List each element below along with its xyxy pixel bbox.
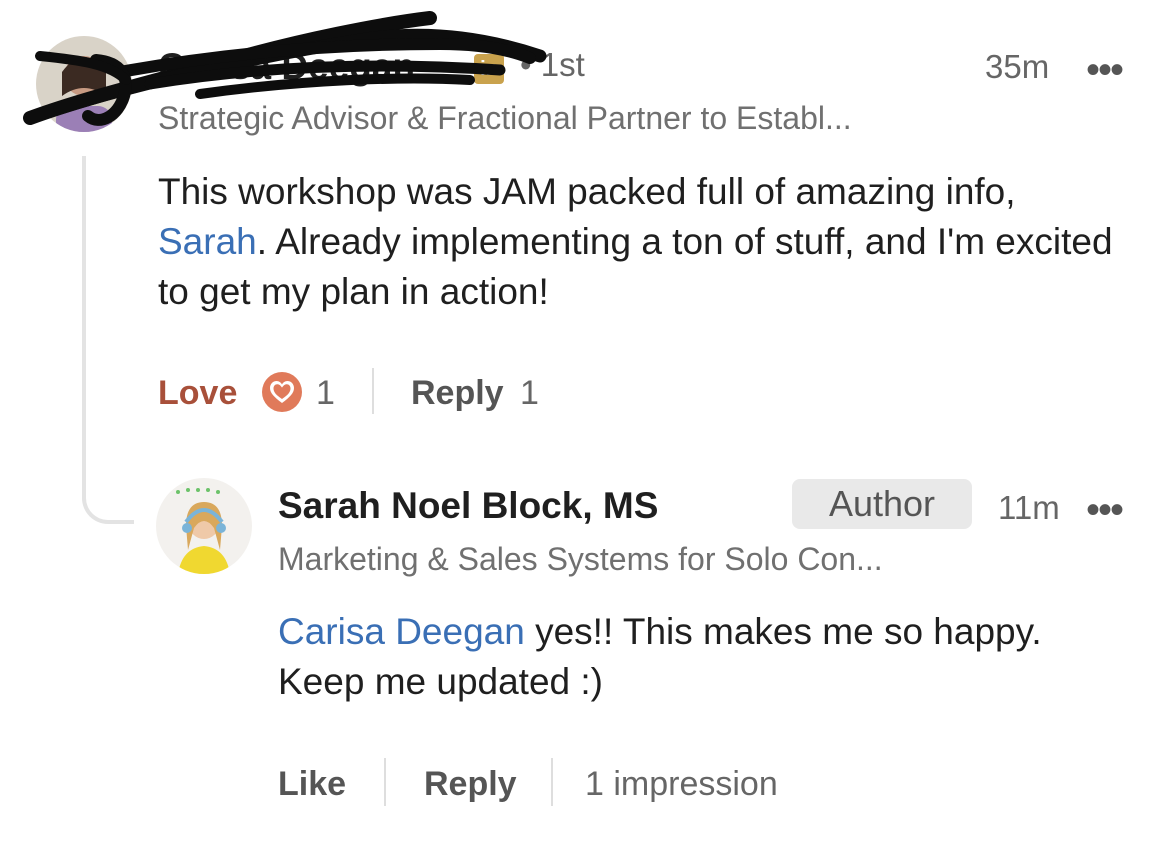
reply-action-divider-2	[551, 758, 553, 806]
connection-degree: • 1st	[520, 46, 585, 83]
comment-text-part2: . Already implementing a ton of stuff, a…	[158, 221, 1113, 312]
more-options-icon[interactable]: •••	[1086, 50, 1124, 90]
reply-timestamp: 11m	[998, 489, 1060, 526]
reply-mention-link[interactable]: Carisa Deegan	[278, 611, 525, 652]
mention-link[interactable]: Sarah	[158, 221, 257, 262]
commenter-headline: Strategic Advisor & Fractional Partner t…	[158, 100, 852, 136]
reply-action-divider-1	[384, 758, 386, 806]
reply-author-avatar[interactable]	[156, 478, 252, 574]
commenter-name[interactable]: Carisa Deegan	[158, 46, 415, 88]
commenter-avatar[interactable]	[36, 36, 132, 132]
reply-more-options-icon[interactable]: •••	[1086, 490, 1124, 530]
reply-reply-button[interactable]: Reply	[424, 765, 517, 804]
author-badge: Author	[792, 479, 972, 529]
comment-timestamp: 35m	[985, 48, 1050, 85]
linkedin-badge-icon: in	[474, 54, 504, 84]
reaction-count[interactable]: 1	[316, 374, 335, 413]
reply-body: Carisa Deegan yes!! This makes me so hap…	[278, 607, 1058, 707]
comment-text-part1: This workshop was JAM packed full of ama…	[158, 171, 1016, 212]
comment-thread: Carisa Deegan in • 1st 35m ••• Strategic…	[0, 0, 1170, 864]
reply-count[interactable]: 1	[520, 374, 539, 413]
comment-body: This workshop was JAM packed full of ama…	[158, 167, 1118, 317]
impressions-count[interactable]: 1 impression	[585, 765, 778, 804]
love-reaction-icon[interactable]	[260, 370, 304, 414]
love-reaction-button[interactable]: Love	[158, 374, 237, 413]
reply-author-name[interactable]: Sarah Noel Block, MS	[278, 485, 658, 527]
reply-button[interactable]: Reply	[411, 374, 504, 413]
like-button[interactable]: Like	[278, 765, 346, 804]
action-divider	[372, 368, 374, 414]
thread-connector-line	[82, 156, 134, 524]
reply-author-headline: Marketing & Sales Systems for Solo Con..…	[278, 541, 883, 577]
